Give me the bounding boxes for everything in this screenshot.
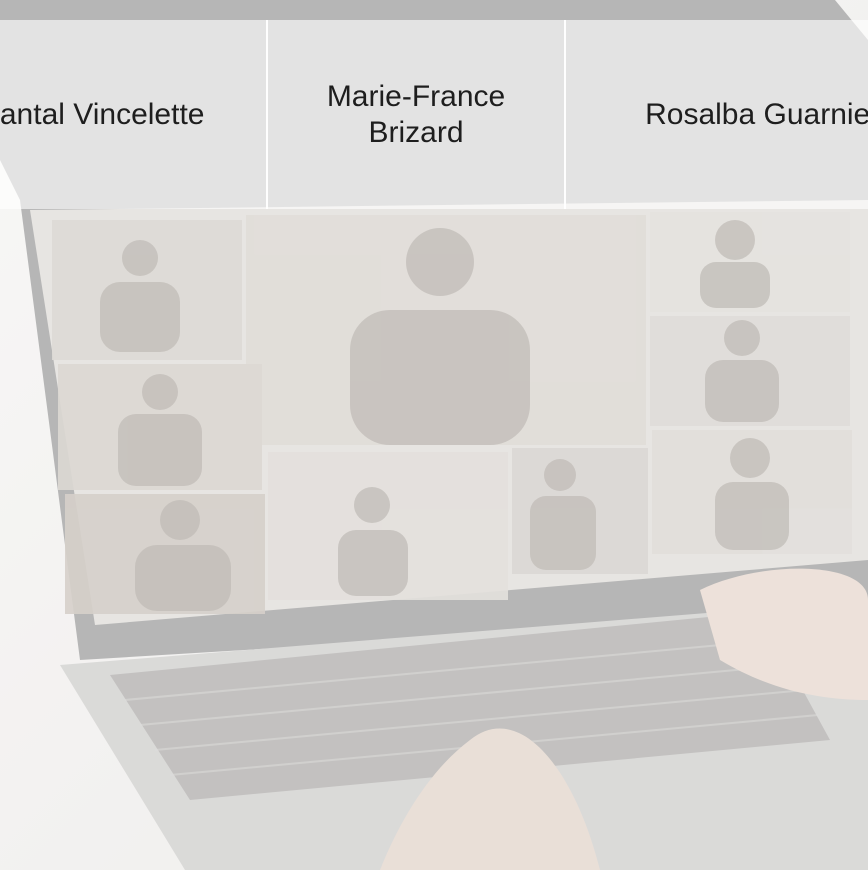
participant-name-bar: Chantal Vincelette Marie-France Brizard …	[0, 20, 868, 209]
participant-name-2: Marie-France Brizard	[326, 79, 506, 149]
participant-name-3: Rosalba Guarnieri	[645, 97, 868, 131]
participant-name-1: Chantal Vincelette	[0, 97, 205, 131]
